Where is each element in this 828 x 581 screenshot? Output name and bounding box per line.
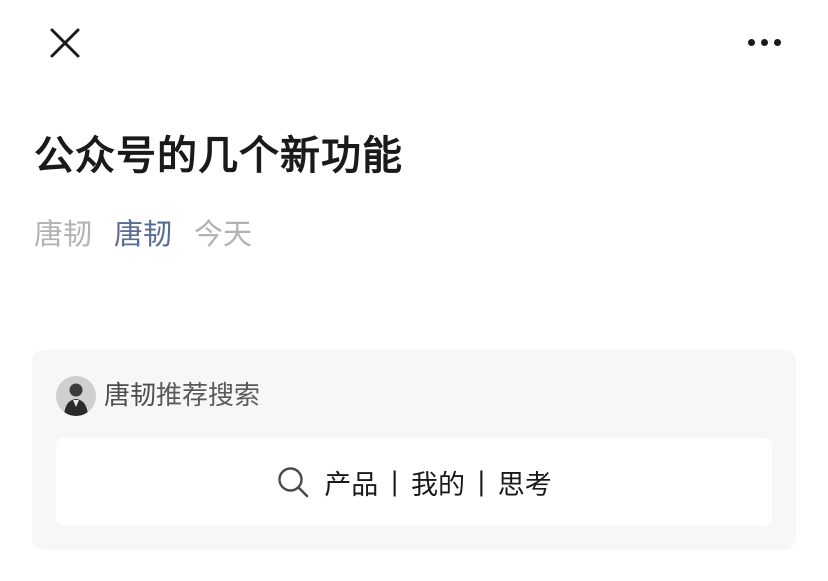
- search-term[interactable]: 产品: [324, 463, 378, 502]
- publish-date: 今天: [194, 217, 253, 251]
- recommended-search-card: 唐韧推荐搜索 产品 | 我的 | 思考: [32, 350, 796, 550]
- more-options-button[interactable]: [738, 28, 790, 56]
- close-icon: [50, 28, 80, 58]
- article-title: 公众号的几个新功能: [34, 133, 403, 179]
- more-dots-icon: [747, 38, 755, 46]
- account-name-link[interactable]: 唐韧: [114, 217, 172, 251]
- recommend-account-name: 唐韧: [104, 381, 157, 411]
- recommended-search-box[interactable]: 产品 | 我的 | 思考: [56, 438, 772, 526]
- more-dots-icon: [773, 38, 781, 46]
- search-term-separator: |: [390, 467, 399, 497]
- recommend-label: 推荐搜索: [156, 381, 261, 411]
- recommended-search-title: 唐韧推荐搜索: [104, 376, 260, 416]
- article-meta: 唐韧 唐韧 今天: [34, 212, 252, 256]
- more-dots-icon: [760, 38, 768, 46]
- search-icon: [276, 465, 310, 499]
- article-author: 唐韧: [34, 217, 93, 251]
- search-term-separator: |: [477, 467, 486, 497]
- search-term[interactable]: 思考: [498, 463, 552, 502]
- search-term[interactable]: 我的: [411, 463, 465, 502]
- avatar: [56, 376, 96, 416]
- close-button[interactable]: [46, 24, 84, 62]
- recommended-search-header: 唐韧推荐搜索: [56, 376, 260, 416]
